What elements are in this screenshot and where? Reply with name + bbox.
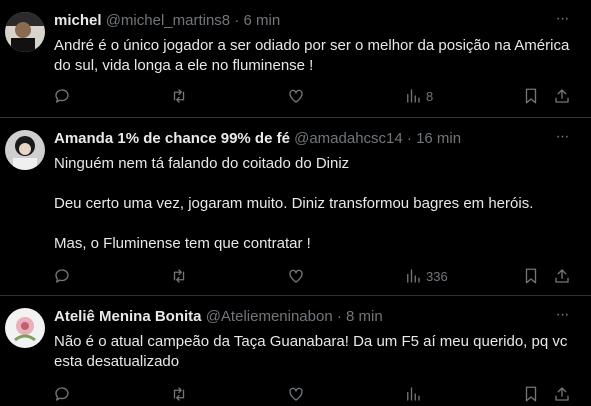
tweet-paragraph: Não é o atual campeão da Taça Guanabara!…	[54, 333, 568, 370]
tweet-paragraph: Ninguém nem tá falando do coitado do Din…	[54, 155, 350, 172]
reply-button[interactable]	[53, 84, 71, 108]
timestamp[interactable]: 16 min	[416, 130, 461, 147]
separator-dot: ·	[336, 308, 342, 325]
tweet-text: Ninguém nem tá falando do coitado do Din…	[54, 154, 571, 254]
share-button[interactable]	[553, 382, 571, 406]
reply-icon	[55, 269, 69, 283]
share-button[interactable]	[553, 264, 571, 288]
tweet-2[interactable]: Amanda 1% de chance 99% de fé @amadahcsc…	[0, 118, 591, 296]
share-icon	[555, 89, 569, 103]
bookmark-icon	[525, 88, 537, 104]
views-button[interactable]	[404, 382, 426, 406]
author-name[interactable]: Amanda 1% de chance 99% de fé	[54, 130, 290, 147]
separator-dot: ·	[406, 130, 412, 147]
like-button[interactable]	[287, 382, 305, 406]
like-button[interactable]	[287, 264, 305, 288]
tweet-3[interactable]: Ateliê Menina Bonita @Ateliemeninabon · …	[0, 296, 591, 402]
action-bar	[0, 382, 591, 406]
avatar[interactable]	[5, 12, 45, 52]
retweet-button[interactable]	[170, 382, 188, 406]
timestamp[interactable]: 8 min	[346, 308, 383, 325]
tweet-header: Ateliê Menina Bonita @Ateliemeninabon · …	[54, 308, 551, 326]
action-bar: 336	[0, 264, 591, 288]
like-icon	[289, 387, 303, 401]
bookmark-button[interactable]	[522, 84, 540, 108]
like-icon	[289, 89, 303, 103]
reply-icon	[55, 89, 69, 103]
retweet-icon	[173, 89, 185, 103]
bookmark-button[interactable]	[522, 264, 540, 288]
views-icon	[407, 269, 420, 283]
author-handle[interactable]: @michel_martins8	[106, 12, 230, 29]
tweet-paragraph: Deu certo uma vez, jogaram muito. Diniz …	[54, 195, 534, 212]
share-button[interactable]	[553, 84, 571, 108]
views-button[interactable]: 8	[404, 84, 433, 108]
avatar[interactable]	[5, 308, 45, 348]
views-icon	[407, 89, 420, 103]
tweet-header: Amanda 1% de chance 99% de fé @amadahcsc…	[54, 130, 551, 148]
reply-button[interactable]	[53, 382, 71, 406]
author-name[interactable]: Ateliê Menina Bonita	[54, 308, 202, 325]
bookmark-icon	[525, 386, 537, 402]
more-icon[interactable]: ···	[551, 306, 573, 328]
views-icon	[407, 387, 420, 401]
bookmark-button[interactable]	[522, 382, 540, 406]
views-count: 8	[426, 88, 434, 104]
tweet-1[interactable]: michel @michel_martins8 · 6 min ··· Andr…	[0, 0, 591, 118]
share-icon	[555, 269, 569, 283]
action-bar: 8	[0, 84, 591, 108]
like-icon	[289, 269, 303, 283]
views-button[interactable]: 336	[404, 264, 448, 288]
tweet-text: André é o único jogador a ser odiado por…	[54, 36, 571, 76]
more-icon[interactable]: ···	[551, 10, 573, 32]
separator-dot: ·	[234, 12, 240, 29]
tweet-paragraph: André é o único jogador a ser odiado por…	[54, 37, 570, 74]
author-name[interactable]: michel	[54, 12, 102, 29]
share-icon	[555, 387, 569, 401]
reply-icon	[55, 387, 69, 401]
avatar[interactable]	[5, 130, 45, 170]
views-count: 336	[426, 268, 448, 284]
retweet-button[interactable]	[170, 264, 188, 288]
tweet-header: michel @michel_martins8 · 6 min	[54, 12, 551, 30]
bookmark-icon	[525, 268, 537, 284]
retweet-icon	[173, 387, 185, 401]
reply-button[interactable]	[53, 264, 71, 288]
tweet-text: Não é o atual campeão da Taça Guanabara!…	[54, 332, 571, 372]
author-handle[interactable]: @Ateliemeninabon	[206, 308, 333, 325]
author-handle[interactable]: @amadahcsc14	[294, 130, 403, 147]
like-button[interactable]	[287, 84, 305, 108]
retweet-icon	[173, 269, 185, 283]
retweet-button[interactable]	[170, 84, 188, 108]
timestamp[interactable]: 6 min	[243, 12, 280, 29]
more-icon[interactable]: ···	[551, 128, 573, 150]
tweet-paragraph: Mas, o Fluminense tem que contratar !	[54, 235, 311, 252]
